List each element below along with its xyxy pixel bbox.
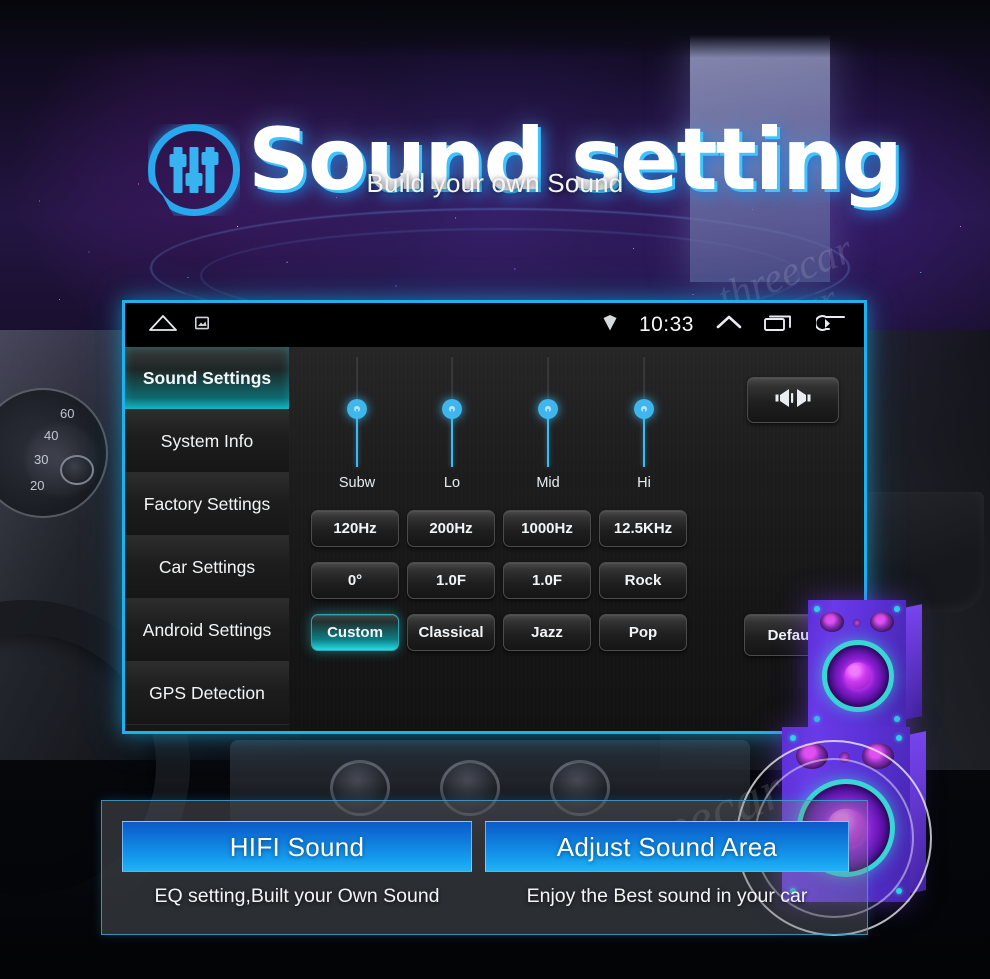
slider-fill [451,409,453,467]
button-preset-pop[interactable]: Pop [599,614,687,651]
button-preset-custom[interactable]: Custom [311,614,399,651]
dashboard-knob [60,455,94,485]
feature-hifi-sound: HIFI Sound EQ setting,Built your Own Sou… [122,821,472,908]
button-label: 1.0F [531,572,562,589]
speaker-top [808,600,922,728]
screw [894,606,900,612]
slider-fill [547,409,549,467]
screenshot-root: 60 40 30 20 threecar threecar threecar S… [0,0,990,979]
button-phase-0deg[interactable]: 0° [311,562,399,599]
slider-fill [643,409,645,467]
screw [790,735,796,741]
feature-adjust-sound-area: Adjust Sound Area Enjoy the Best sound i… [485,821,849,908]
button-crossover-12-5khz[interactable]: 12.5KHz [599,510,687,547]
button-label: Classical [418,624,484,641]
back-arrow-icon[interactable] [814,314,846,337]
button-crossover-120hz[interactable]: 120Hz [311,510,399,547]
sidebar-item-gps-detection[interactable]: GPS Detection [125,662,289,725]
page-subtitle: Build your own Sound [366,168,624,198]
screw [896,735,902,741]
top-vignette [0,0,990,58]
screenshot-icon[interactable] [195,316,209,335]
tweeter-left [820,612,844,632]
screw [894,716,900,722]
button-crossover-1000hz[interactable]: 1000Hz [503,510,591,547]
button-preset-rock[interactable]: Rock [599,562,687,599]
button-label: Jazz [531,624,563,641]
button-preset-jazz[interactable]: Jazz [503,614,591,651]
chevron-up-icon[interactable] [716,313,742,338]
slider-label: Mid [536,475,560,491]
center-dot [853,619,861,627]
adjust-sound-area-caption: Enjoy the Best sound in your car [526,885,808,907]
feature-bar: HIFI Sound EQ setting,Built your Own Sou… [101,800,868,935]
sidebar-item-label: Android Settings [142,619,272,640]
button-label: 1.0F [435,572,466,589]
sidebar-item-car-settings[interactable]: Car Settings [125,536,289,599]
speaker-front-face [808,600,906,728]
tweeter-right [870,612,894,632]
sidebar-item-system-info[interactable]: System Info [125,410,289,473]
button-crossover-200hz[interactable]: 200Hz [407,510,495,547]
button-gain-1-0f-b[interactable]: 1.0F [503,562,591,599]
screw [814,716,820,722]
sidebar-item-label: GPS Detection [149,682,265,703]
slider-fill [356,409,358,467]
button-preset-classical[interactable]: Classical [407,614,495,651]
sidebar-item-label: System Info [160,430,254,451]
balance-speakers-icon [771,387,815,413]
button-label: 12.5KHz [613,520,673,537]
settings-sidebar: Sound Settings System Info Factory Setti… [125,347,289,731]
slider-label: Hi [637,475,651,491]
status-bar-left-icons [125,314,209,337]
adjust-sound-area-button[interactable]: Adjust Sound Area [485,821,849,872]
slider-label: Lo [443,475,461,491]
status-bar-clock: 10:33 [638,313,694,336]
signal-diamond-icon [603,314,617,336]
button-gain-1-0f-a[interactable]: 1.0F [407,562,495,599]
sidebar-item-label: Factory Settings [143,493,271,514]
android-status-bar: 10:33 [125,303,864,347]
recent-apps-icon[interactable] [764,314,794,337]
woofer [822,640,894,712]
balance-button[interactable] [747,377,839,423]
button-label: Pop [628,624,658,641]
home-icon[interactable] [149,314,177,337]
sidebar-item-label: Sound Settings [142,367,272,388]
button-label: 200Hz [429,520,473,537]
sidebar-item-factory-settings[interactable]: Factory Settings [125,473,289,536]
sidebar-item-sound-settings[interactable]: Sound Settings [125,347,289,410]
slider-label: Subw [338,475,376,491]
sidebar-item-label: Car Settings [158,556,256,577]
sidebar-item-android-settings[interactable]: Android Settings [125,599,289,662]
screw [814,606,820,612]
hifi-sound-caption: EQ setting,Built your Own Sound [154,885,440,907]
button-label: 0° [347,572,363,589]
button-label: 1000Hz [521,520,573,537]
button-label: Custom [327,624,383,641]
button-label: 120Hz [333,520,377,537]
gauge-tick: 30 [34,452,49,467]
gauge-tick: 20 [30,478,45,493]
hifi-sound-button[interactable]: HIFI Sound [122,821,472,872]
status-bar-right-icons: 10:33 [603,313,846,338]
gauge-tick: 40 [44,428,59,443]
gauge-tick: 60 [60,406,75,421]
button-label: Rock [624,572,662,589]
speaker-side-face [904,604,922,720]
